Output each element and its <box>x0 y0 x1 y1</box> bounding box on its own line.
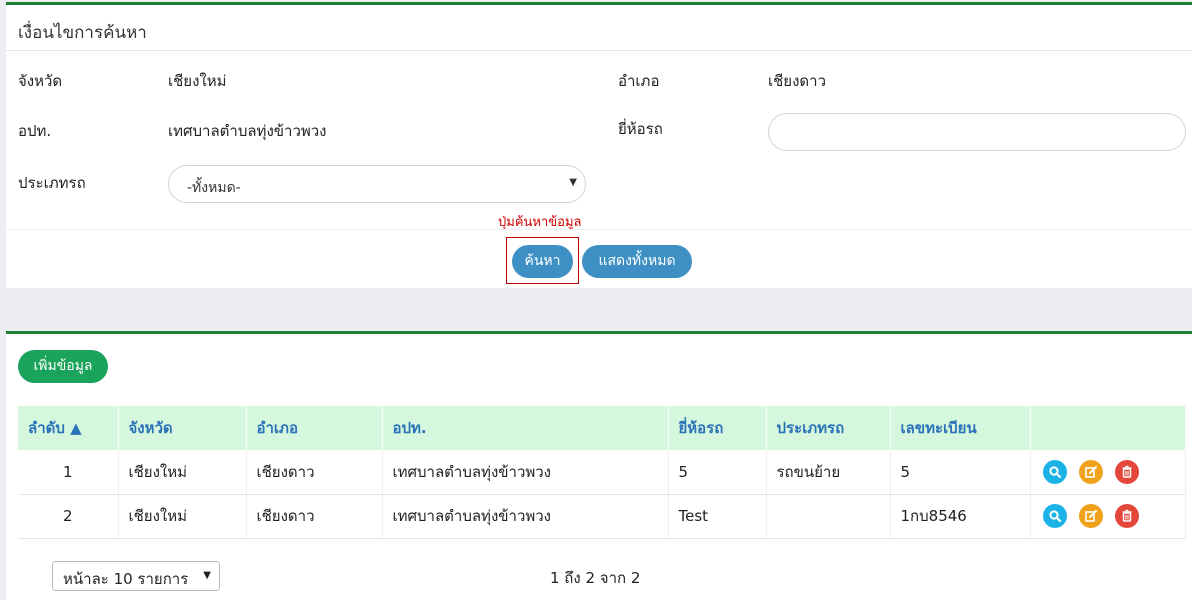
brand-label: ยี่ห้อรถ <box>618 120 663 138</box>
cell-type <box>766 494 891 539</box>
table-header-row: ลำดับ ▲ จังหวัด อำเภอ อปท. ยี่ห้อรถ ประเ… <box>18 406 1186 450</box>
column-header-plate[interactable]: เลขทะเบียน <box>890 406 1031 450</box>
cell-province: เชียงใหม่ <box>118 450 247 495</box>
chevron-down-icon: ▼ <box>203 570 211 581</box>
district-value: เชียงดาว <box>768 72 827 90</box>
search-icon[interactable] <box>1042 504 1067 528</box>
result-panel: เพิ่มข้อมูล ลำดับ ▲ จังหวัด อำเภอ อปท. ย… <box>6 331 1192 600</box>
cell-order: 1 <box>18 450 119 495</box>
search-button[interactable]: ค้นหา <box>512 245 573 278</box>
column-header-type[interactable]: ประเภทรถ <box>766 406 891 450</box>
cell-plate: 5 <box>890 450 1031 495</box>
lao-label: อปท. <box>18 122 52 140</box>
table-row: 2 เชียงใหม่ เชียงดาว เทศบาลตำบลทุ่งข้าวพ… <box>18 494 1186 539</box>
search-icon[interactable] <box>1042 459 1067 484</box>
search-panel: เงื่อนไขการค้นหา จังหวัด เชียงใหม่ อำเภอ… <box>6 2 1192 288</box>
edit-icon[interactable] <box>1078 459 1103 484</box>
type-select[interactable]: -ทั้งหมด- ▼ <box>168 165 586 203</box>
column-header-lao[interactable]: อปท. <box>382 406 669 450</box>
trash-icon[interactable] <box>1114 459 1139 484</box>
cell-order: 2 <box>18 494 119 539</box>
column-header-actions <box>1030 406 1186 450</box>
add-data-button[interactable]: เพิ่มข้อมูล <box>18 350 108 383</box>
type-label: ประเภทรถ <box>18 174 86 192</box>
page-size-select[interactable]: หน้าละ 10 รายการ ▼ <box>52 561 220 591</box>
lao-value: เทศบาลตำบลทุ่งข้าวพวง <box>168 122 327 140</box>
edit-icon[interactable] <box>1078 504 1103 528</box>
cell-lao: เทศบาลตำบลทุ่งข้าวพวง <box>382 494 669 539</box>
cell-brand: Test <box>668 494 767 539</box>
province-label: จังหวัด <box>18 72 63 90</box>
divider <box>6 50 1192 51</box>
trash-icon[interactable] <box>1114 504 1139 528</box>
cell-brand: 5 <box>668 450 767 495</box>
district-label: อำเภอ <box>618 72 660 90</box>
cell-actions <box>1030 494 1186 539</box>
show-all-button[interactable]: แสดงทั้งหมด <box>582 245 692 278</box>
search-panel-title: เงื่อนไขการค้นหา <box>18 23 147 43</box>
results-table: ลำดับ ▲ จังหวัด อำเภอ อปท. ยี่ห้อรถ ประเ… <box>18 406 1186 539</box>
page-size-value: หน้าละ 10 รายการ <box>63 570 189 588</box>
cell-lao: เทศบาลตำบลทุ่งข้าวพวง <box>382 450 669 495</box>
table-row: 1 เชียงใหม่ เชียงดาว เทศบาลตำบลทุ่งข้าวพ… <box>18 450 1186 495</box>
type-select-value: -ทั้งหมด- <box>187 180 241 196</box>
cell-actions <box>1030 450 1186 495</box>
cell-type: รถขนย้าย <box>766 450 891 495</box>
cell-district: เชียงดาว <box>246 494 383 539</box>
cell-province: เชียงใหม่ <box>118 494 247 539</box>
cell-plate: 1กบ8546 <box>890 494 1031 539</box>
column-header-district[interactable]: อำเภอ <box>246 406 383 450</box>
divider <box>6 229 1192 230</box>
column-header-brand[interactable]: ยี่ห้อรถ <box>668 406 767 450</box>
cell-district: เชียงดาว <box>246 450 383 495</box>
chevron-down-icon: ▼ <box>569 177 577 188</box>
province-value: เชียงใหม่ <box>168 72 227 90</box>
column-header-province[interactable]: จังหวัด <box>118 406 247 450</box>
column-header-order[interactable]: ลำดับ ▲ <box>18 406 119 450</box>
brand-input[interactable] <box>768 113 1186 151</box>
page-info: 1 ถึง 2 จาก 2 <box>550 569 641 587</box>
